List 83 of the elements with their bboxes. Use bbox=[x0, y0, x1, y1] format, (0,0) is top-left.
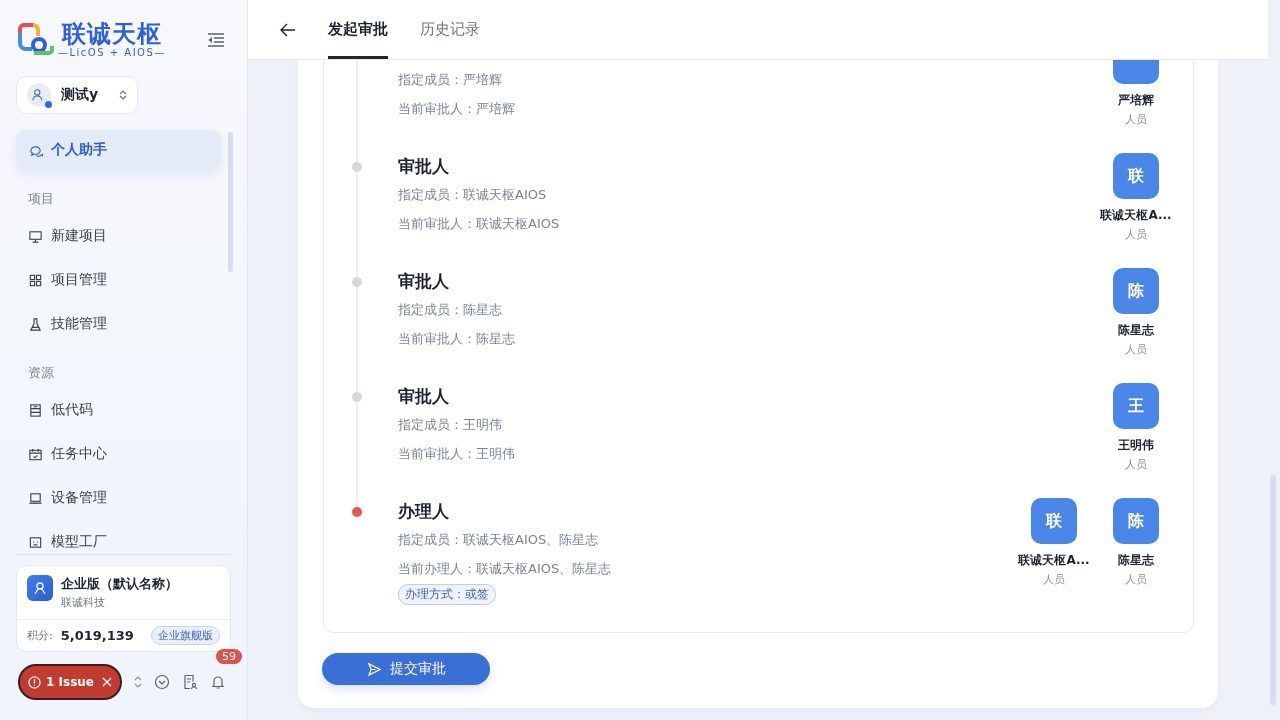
tab[interactable]: 发起审批 bbox=[328, 0, 388, 59]
step-detail: 当前办理人：联诚天枢AIOS、陈星志 bbox=[398, 560, 613, 578]
person-name: 陈星志 bbox=[1118, 552, 1154, 569]
online-dot bbox=[45, 101, 52, 108]
step-detail: 指定成员：严培辉 bbox=[398, 71, 503, 89]
avatar: 联 bbox=[1113, 153, 1159, 199]
workspace-selector[interactable]: 测试y bbox=[16, 76, 138, 114]
nav-label: 模型工厂 bbox=[51, 533, 107, 551]
tab[interactable]: 历史记录 bbox=[420, 0, 480, 59]
company-name: 联诚科技 bbox=[61, 595, 106, 610]
logo-icon bbox=[16, 23, 54, 57]
organization-name: 企业版（默认名称） bbox=[61, 575, 178, 593]
person-name: 联诚天枢A... bbox=[1018, 552, 1090, 569]
robot-face-icon bbox=[28, 534, 43, 550]
person-role: 人员 bbox=[1043, 572, 1065, 587]
nav-label: 技能管理 bbox=[51, 315, 107, 333]
document-user-icon[interactable] bbox=[182, 674, 198, 690]
step-detail: 指定成员：联诚天枢AIOS、陈星志 bbox=[398, 531, 600, 549]
section-label: 资源 bbox=[27, 364, 55, 382]
nav-item[interactable]: 任务中心 bbox=[16, 434, 221, 474]
notification-badge: 59 bbox=[216, 649, 242, 664]
brand-tagline: —LicOS + AIOS— bbox=[58, 47, 166, 59]
flask-icon bbox=[28, 316, 43, 332]
brand-name: 联诚天枢 bbox=[61, 21, 162, 47]
nav-item[interactable]: 低代码 bbox=[16, 390, 221, 430]
nav-item[interactable]: 新建项目 bbox=[16, 216, 221, 256]
laptop-icon bbox=[28, 490, 43, 506]
nav-label: 个人助手 bbox=[51, 141, 107, 159]
section-label: 项目 bbox=[27, 190, 55, 208]
nav-label: 项目管理 bbox=[51, 271, 107, 289]
issue-button[interactable]: 1 Issue bbox=[18, 664, 122, 700]
points-label: 积分: bbox=[27, 628, 53, 643]
step-title: 审批人 bbox=[398, 385, 450, 408]
person-role: 人员 bbox=[1125, 342, 1147, 357]
organization-icon bbox=[27, 575, 53, 601]
avatar: 陈 bbox=[1113, 268, 1159, 314]
alert-icon bbox=[28, 675, 41, 689]
back-icon[interactable] bbox=[280, 22, 296, 37]
chevron-circle-icon[interactable] bbox=[154, 674, 170, 690]
person-name: 王明伟 bbox=[1118, 437, 1154, 454]
nav-item[interactable]: 模型工厂 bbox=[16, 522, 221, 554]
nav-item[interactable]: 技能管理 bbox=[16, 304, 221, 344]
person-role: 人员 bbox=[1125, 457, 1147, 472]
person-role: 人员 bbox=[1125, 227, 1147, 242]
step-title: 审批人 bbox=[398, 155, 450, 178]
step-detail: 当前审批人：联诚天枢AIOS bbox=[398, 215, 561, 233]
collapse-menu-icon[interactable] bbox=[207, 32, 225, 48]
avatar: 陈 bbox=[1113, 498, 1159, 544]
plan-tag: 企业旗舰版 bbox=[151, 626, 220, 645]
step-detail: 指定成员：陈星志 bbox=[398, 301, 503, 319]
step-detail: 指定成员：王明伟 bbox=[398, 416, 503, 434]
person-role: 人员 bbox=[1125, 572, 1147, 587]
sort-icon[interactable] bbox=[134, 675, 142, 689]
step-detail: 当前审批人：陈星志 bbox=[398, 330, 516, 348]
submit-button[interactable]: 提交审批 bbox=[322, 653, 490, 685]
nav-item[interactable]: 设备管理 bbox=[16, 478, 221, 518]
nav-label: 低代码 bbox=[51, 401, 93, 419]
send-icon bbox=[366, 661, 382, 677]
list-document-icon bbox=[28, 402, 43, 418]
avatar: 联 bbox=[1031, 498, 1077, 544]
grid-icon bbox=[28, 272, 43, 288]
step-detail: 指定成员：联诚天枢AIOS bbox=[398, 186, 548, 204]
mode-tag: 办理方式：或签 bbox=[398, 584, 496, 605]
monitor-icon bbox=[28, 228, 43, 244]
points-value: 5,019,139 bbox=[60, 628, 134, 643]
avatar: 王 bbox=[1113, 383, 1159, 429]
person-name: 严培辉 bbox=[1118, 92, 1154, 109]
close-icon[interactable] bbox=[102, 677, 112, 687]
step-detail: 当前审批人：王明伟 bbox=[398, 445, 516, 463]
step-detail: 当前审批人：严培辉 bbox=[398, 100, 516, 118]
person-name: 陈星志 bbox=[1118, 322, 1154, 339]
up-down-caret-icon bbox=[119, 89, 127, 101]
calendar-check-icon bbox=[28, 446, 43, 462]
nav-item[interactable]: 项目管理 bbox=[16, 260, 221, 300]
nav-label: 设备管理 bbox=[51, 489, 107, 507]
bell-icon[interactable] bbox=[210, 674, 226, 690]
nav-item[interactable]: 个人助手 bbox=[16, 130, 221, 170]
nav-label: 新建项目 bbox=[51, 227, 107, 245]
nav-label: 任务中心 bbox=[51, 445, 107, 463]
person-name: 联诚天枢A... bbox=[1100, 207, 1172, 224]
step-title: 办理人 bbox=[398, 500, 450, 523]
step-title: 审批人 bbox=[398, 270, 450, 293]
person-role: 人员 bbox=[1125, 112, 1147, 127]
